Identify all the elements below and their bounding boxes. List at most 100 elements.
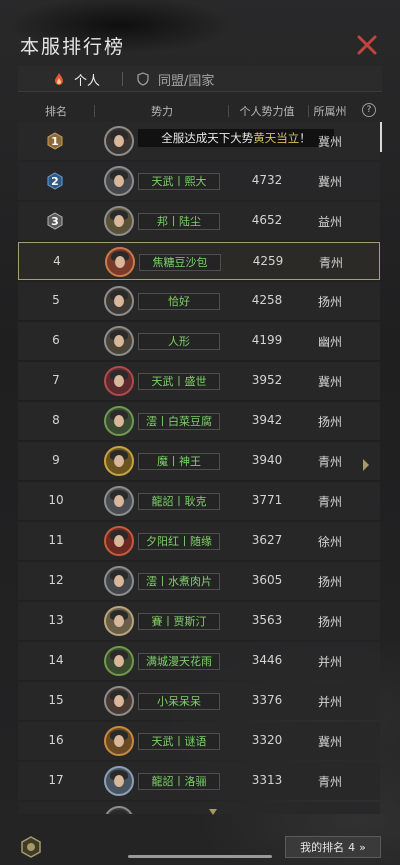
faction-name: 夕阳红丨随缘 [138,533,220,550]
rank-number: 4 [53,254,61,268]
region: 冀州 [317,135,342,149]
table-row[interactable]: 9 魔丨神王 3940 青州 [18,442,380,480]
announcement-highlight: 黄天当立 [253,131,300,145]
announcement-prefix: 全服达成天下大势 [161,131,254,145]
home-indicator [128,855,272,858]
rank-number: 15 [48,693,64,707]
table-row[interactable]: 11 夕阳红丨随缘 3627 徐州 [18,522,380,560]
faction-name: 天武丨熙大 [138,173,220,190]
power-value: 3942 [251,413,283,427]
rank-number: 9 [52,453,60,467]
avatar[interactable] [104,446,134,476]
table-row[interactable]: 1 全服达成天下大势黄天当立！ 冀州 [18,122,380,160]
region: 冀州 [317,375,342,389]
power-value: 3952 [251,373,283,387]
region: 青州 [318,256,343,270]
avatar[interactable] [104,486,134,516]
faction-name: 恰好 [138,293,220,310]
avatar[interactable] [104,286,134,316]
rank-number: 3 [51,214,59,228]
rank-number: 10 [48,493,64,507]
avatar[interactable] [104,606,134,636]
rank-number: 12 [48,573,64,587]
avatar[interactable] [104,206,134,236]
avatar[interactable] [104,526,134,556]
rank-number: 16 [48,733,64,747]
table-row[interactable]: 2 天武丨熙大 4732 冀州 [18,162,380,200]
avatar[interactable] [104,326,134,356]
region: 并州 [317,695,342,709]
avatar[interactable] [104,566,134,596]
region: 扬州 [317,575,342,589]
table-row[interactable]: 5 恰好 4258 扬州 [18,282,380,320]
avatar[interactable] [104,126,134,156]
rank-number: 14 [48,653,64,667]
table-row[interactable]: 13 賽丨贾斯汀 3563 扬州 [18,602,380,640]
table-row[interactable]: 17 龍詔丨洛骊 3313 青州 [18,762,380,800]
faction-name: 邦丨陆尘 [138,213,220,230]
avatar[interactable] [104,726,134,756]
avatar[interactable] [104,806,134,814]
table-row[interactable]: 14 满城漫天花雨 3446 并州 [18,642,380,680]
announcement-banner: 全服达成天下大势黄天当立！ [138,129,334,147]
faction-name: 龍詔丨耿克 [138,493,220,510]
my-rank-value: 4 [348,840,356,854]
avatar[interactable] [104,646,134,676]
region: 冀州 [317,175,342,189]
avatar[interactable] [104,366,134,396]
avatar[interactable] [104,766,134,796]
table-row[interactable]: 15 小呆呆呆 3376 并州 [18,682,380,720]
flame-icon [52,72,66,86]
region: 冀州 [317,735,342,749]
rank-number: 1 [51,134,59,148]
table-row[interactable] [18,802,380,814]
region: 青州 [317,455,342,469]
my-rank-label: 我的排名 [300,841,345,854]
avatar[interactable] [104,686,134,716]
chevron-down-icon [209,809,217,815]
close-icon[interactable] [356,34,378,56]
rank-number: 7 [52,373,60,387]
help-icon[interactable]: ? [362,103,376,117]
table-row[interactable]: 12 澐丨水煮肉片 3605 扬州 [18,562,380,600]
table-header: 排名 势力 个人势力值 所属州 ? [18,101,382,121]
chevron-right-icon[interactable] [362,458,370,472]
table-row-self[interactable]: 4 焦糖豆沙包 4259 青州 [18,242,380,280]
table-row[interactable]: 10 龍詔丨耿克 3771 青州 [18,482,380,520]
faction-name: 澐丨水煮肉片 [138,573,220,590]
avatar[interactable] [104,166,134,196]
power-value: 3320 [251,733,283,747]
rank-number: 2 [51,174,59,188]
rank-number: 8 [52,413,60,427]
power-value: 4652 [251,213,283,227]
table-row[interactable]: 8 澐丨白菜豆腐 3942 扬州 [18,402,380,440]
avatar[interactable] [104,406,134,436]
power-value: 3771 [251,493,283,507]
rank-number: 13 [48,613,64,627]
power-value: 3627 [251,533,283,547]
my-rank-button[interactable]: 我的排名 4 » [285,836,381,858]
table-row[interactable]: 3 邦丨陆尘 4652 益州 [18,202,380,240]
tab-personal[interactable]: 个人 [52,66,100,92]
scrollbar[interactable] [380,122,382,152]
double-chevron-right-icon: » [359,840,366,854]
table-row[interactable]: 16 天武丨谜语 3320 冀州 [18,722,380,760]
rank-badge-icon[interactable] [20,836,42,858]
ranking-list[interactable]: 1 全服达成天下大势黄天当立！ 冀州 2 天武丨熙大 4732 冀州 3 邦丨陆… [18,122,382,814]
region: 益州 [317,215,342,229]
region: 并州 [317,655,342,669]
power-value: 3376 [251,693,283,707]
region: 徐州 [317,535,342,549]
page-title: 本服排行榜 [20,36,126,58]
avatar[interactable] [105,247,135,277]
power-value: 3563 [251,613,283,627]
power-value: 3940 [251,453,283,467]
silver-medal-icon: 3 [46,212,64,230]
region: 幽州 [317,335,342,349]
table-row[interactable]: 6 人形 4199 幽州 [18,322,380,360]
shield-icon [136,72,150,86]
rank-number: 5 [52,293,60,307]
tab-alliance[interactable]: 同盟/国家 [136,66,214,92]
power-value: 4258 [251,293,283,307]
table-row[interactable]: 7 天武丨盛世 3952 冀州 [18,362,380,400]
